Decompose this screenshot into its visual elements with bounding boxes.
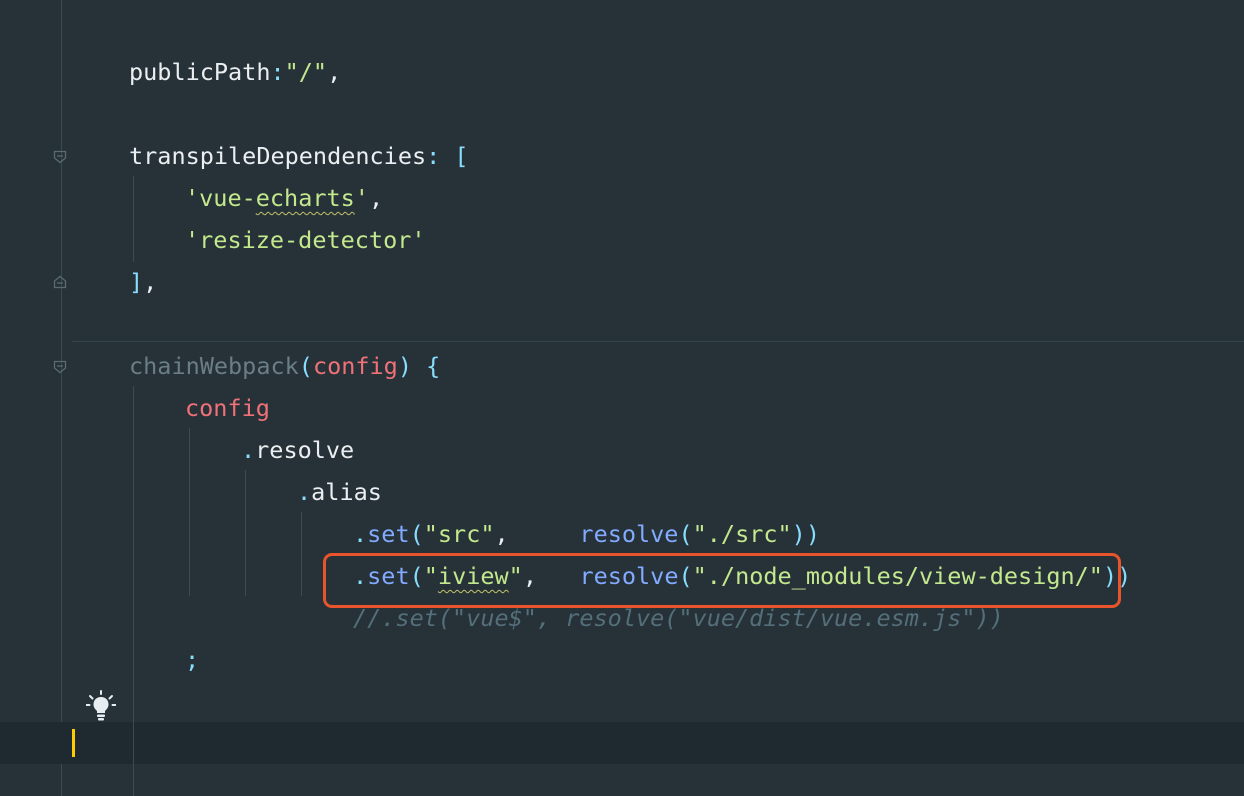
typo-squiggle: echarts [255,184,355,212]
comment: //.set("vue$", resolve("vue/dist/vue.esm… [353,604,1004,632]
parameter: config [185,394,270,422]
indent-guide [133,386,134,796]
dot: . [241,436,256,464]
comma: , [143,268,158,296]
lightbulb-icon[interactable] [86,690,116,722]
code-editor[interactable]: publicPath:"/", transpileDependencies: [… [0,0,1244,796]
function-call: resolve [579,520,679,548]
code-line-alias: .alias [297,476,382,508]
open-bracket: [ [440,142,469,170]
paren: )) [791,520,820,548]
property-name: resolve [255,436,355,464]
code-line-public-path: publicPath:"/", [129,56,341,88]
string-literal: ' [354,184,369,212]
method-separator [72,341,1244,342]
annotation-highlight-box [323,553,1121,608]
code-line-semicolon: ; [185,644,199,676]
code-line-config: config [185,392,270,424]
current-line-highlight [0,722,1244,764]
code-line-set-src: .set("src", resolve("./src")) [353,518,820,550]
method-call: set [367,520,410,548]
paren-brace: ) { [397,352,441,380]
code-line-vue-echarts: 'vue-echarts', [185,182,383,214]
property-name: transpileDependencies [129,142,427,170]
property-name: publicPath [129,58,271,86]
gutter-divider [61,0,62,796]
dot: . [297,478,312,506]
paren: ( [298,352,313,380]
string-literal: "/" [284,58,328,86]
code-line-close-bracket: ], [129,266,157,298]
code-line-chain-webpack: chainWebpack(config) { [129,350,440,382]
text-caret [72,729,75,757]
comma: , [327,58,342,86]
colon: : [270,58,285,86]
method-name: chainWebpack [129,352,299,380]
colon: : [426,142,441,170]
string-literal: 'resize-detector' [185,226,426,254]
indent-guide [245,470,246,596]
code-line-transpile-dependencies: transpileDependencies: [ [129,140,469,172]
fold-open-icon[interactable] [53,360,67,374]
property-name: alias [311,478,382,506]
indent-guide [189,428,190,596]
paren: ( [409,520,424,548]
string-literal: "src" [423,520,495,548]
semicolon: ; [185,646,200,674]
parameter: config [312,352,398,380]
fold-close-icon[interactable] [53,275,67,289]
close-bracket: ] [129,268,144,296]
fold-open-icon[interactable] [53,150,67,164]
indent-guide [133,176,134,262]
code-line-resize-detector: 'resize-detector' [185,224,426,256]
indent-guide [301,512,302,596]
dot: . [353,520,368,548]
code-line-resolve: .resolve [241,434,354,466]
string-literal: 'vue- [185,184,256,212]
comma: , [494,520,509,548]
paren: ( [678,520,693,548]
comma: , [368,184,384,212]
string-literal: "./src" [692,520,792,548]
